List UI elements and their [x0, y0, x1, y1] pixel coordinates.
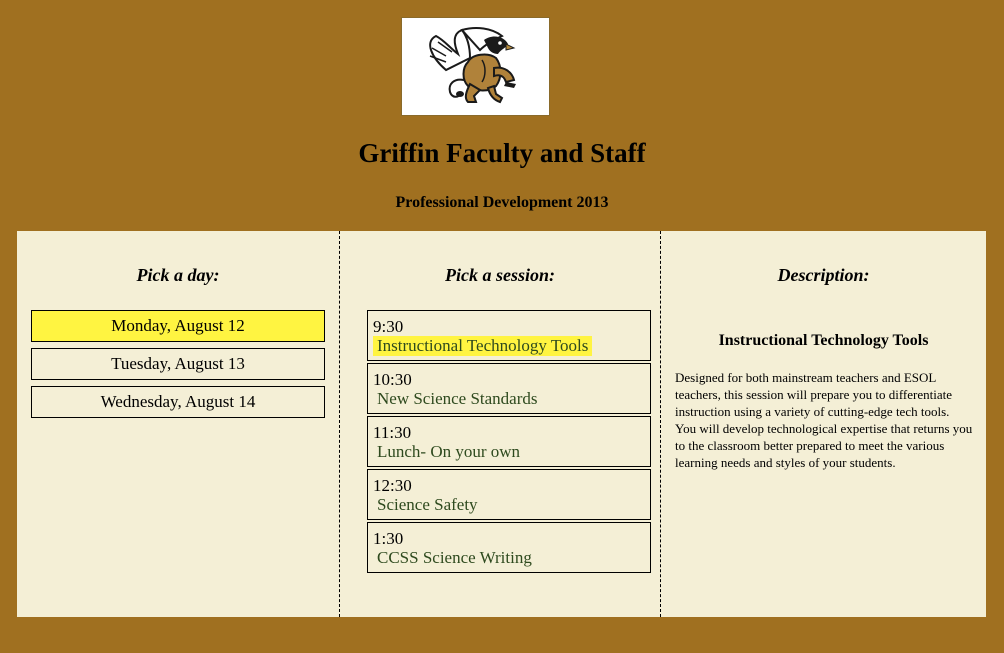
session-option-0130[interactable]: 1:30 CCSS Science Writing [367, 522, 651, 573]
session-time: 12:30 [373, 476, 412, 495]
session-name: Instructional Technology Tools [373, 336, 593, 356]
session-time: 11:30 [373, 423, 412, 442]
session-name: Science Safety [377, 495, 478, 514]
session-time: 10:30 [373, 370, 412, 389]
day-column: Pick a day: Monday, August 12 Tuesday, A… [17, 231, 340, 617]
session-list: 9:30 Instructional Technology Tools 10:3… [367, 310, 651, 575]
session-option-0930[interactable]: 9:30 Instructional Technology Tools [367, 310, 651, 361]
description-column: Description: Instructional Technology To… [661, 231, 986, 617]
session-option-1030[interactable]: 10:30 New Science Standards [367, 363, 651, 414]
session-time: 9:30 [373, 317, 404, 336]
session-option-1130[interactable]: 11:30 Lunch- On your own [367, 416, 651, 467]
session-column: Pick a session: 9:30 Instructional Techn… [340, 231, 661, 617]
session-name: New Science Standards [377, 389, 538, 408]
session-time: 1:30 [373, 529, 404, 548]
description-column-heading: Description: [777, 265, 870, 285]
session-column-heading: Pick a session: [445, 265, 555, 285]
day-list: Monday, August 12 Tuesday, August 13 Wed… [31, 310, 325, 424]
schedule-panel: Pick a day: Monday, August 12 Tuesday, A… [17, 231, 986, 617]
griffin-mascot-icon [429, 27, 516, 104]
session-name: CCSS Science Writing [377, 548, 532, 567]
session-option-1230[interactable]: 12:30 Science Safety [367, 469, 651, 520]
day-option-wednesday[interactable]: Wednesday, August 14 [31, 386, 325, 418]
description-body: Designed for both mainstream teachers an… [675, 370, 973, 470]
page-subtitle: Professional Development 2013 [395, 194, 609, 211]
page-title: Griffin Faculty and Staff [358, 138, 646, 168]
day-option-monday[interactable]: Monday, August 12 [31, 310, 325, 342]
description-title: Instructional Technology Tools [718, 332, 929, 349]
day-column-heading: Pick a day: [136, 265, 220, 285]
griffin-logo [401, 17, 550, 116]
day-option-tuesday[interactable]: Tuesday, August 13 [31, 348, 325, 380]
session-name: Lunch- On your own [377, 442, 521, 461]
